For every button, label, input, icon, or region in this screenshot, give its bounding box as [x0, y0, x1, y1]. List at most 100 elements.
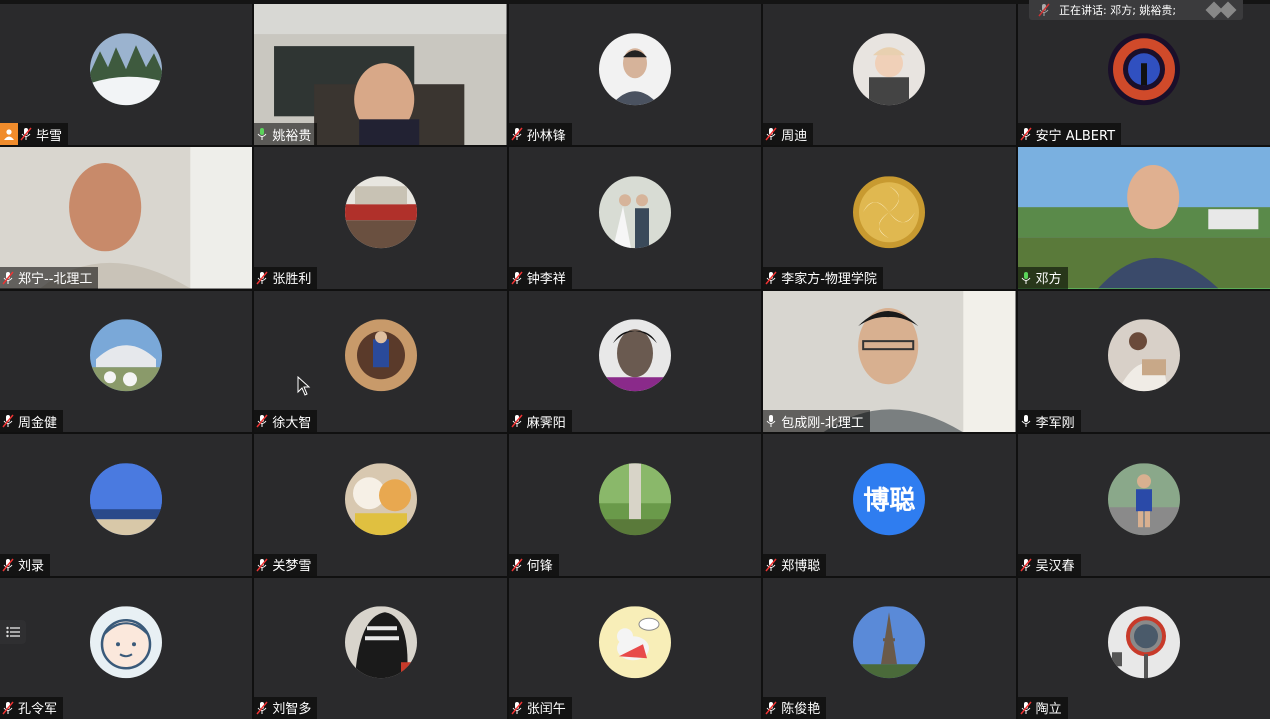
- participant-name: 徐大智: [272, 415, 312, 431]
- participant-name: 刘智多: [272, 702, 312, 718]
- participant-list-button[interactable]: [0, 620, 26, 644]
- participant-tile[interactable]: 麻霁阳: [508, 290, 762, 433]
- participant-name: 陶立: [1035, 702, 1062, 718]
- participant-name: 李家方-物理学院: [781, 272, 877, 288]
- name-label: 钟李祥: [508, 266, 572, 289]
- participant-tile[interactable]: 刘智多: [254, 577, 507, 719]
- participant-name: 钟李祥: [526, 272, 566, 288]
- mic-muted-icon: [763, 123, 779, 145]
- mic-muted-icon: [0, 267, 16, 289]
- participant-tile[interactable]: 李家方-物理学院: [763, 147, 1016, 289]
- participant-name: 刘录: [18, 559, 45, 575]
- mic-muted-icon: [509, 410, 525, 432]
- participant-tile[interactable]: 徐大智: [254, 290, 507, 433]
- participant-name: 安宁 ALBERT: [1035, 128, 1116, 144]
- name-label: 孙林锋: [508, 123, 572, 146]
- participant-tile[interactable]: 孙林锋: [508, 4, 762, 146]
- mic-icon: [1018, 410, 1034, 432]
- participant-name: 毕雪: [36, 128, 63, 144]
- avatar: [853, 176, 926, 249]
- mic-muted-icon: [254, 267, 270, 289]
- participant-name: 孙林锋: [526, 128, 566, 144]
- name-label: 李军刚: [1017, 410, 1081, 433]
- participant-tile[interactable]: 周迪: [763, 4, 1016, 146]
- name-label: 李家方-物理学院: [763, 266, 883, 289]
- name-label: 陈俊艳: [763, 696, 827, 719]
- name-label: 姚裕贵: [254, 123, 318, 146]
- view-options-icon[interactable]: [1199, 1, 1243, 19]
- participant-tile[interactable]: 孔令军: [0, 577, 253, 719]
- participant-tile[interactable]: 周金健: [0, 290, 253, 433]
- participant-tile[interactable]: 何锋: [508, 434, 762, 576]
- participant-tile[interactable]: 安宁 ALBERT: [1017, 4, 1270, 146]
- avatar: [853, 606, 926, 679]
- avatar: [344, 176, 417, 249]
- name-label: 关梦雪: [254, 553, 318, 576]
- participant-tile[interactable]: 吴汉春: [1017, 434, 1270, 576]
- name-label: 毕雪: [0, 123, 69, 146]
- avatar: [1107, 32, 1180, 105]
- avatar: [344, 606, 417, 679]
- mic-muted-icon: [763, 554, 779, 576]
- mic-muted-icon: [0, 697, 16, 719]
- name-label: 何锋: [508, 553, 559, 576]
- participant-name: 张闰午: [526, 702, 566, 718]
- participant-name: 李军刚: [1035, 415, 1075, 431]
- avatar: [1107, 463, 1180, 536]
- participant-tile[interactable]: 张胜利: [254, 147, 507, 289]
- mic-icon: [763, 410, 779, 432]
- participant-name: 麻霁阳: [526, 415, 566, 431]
- participant-tile[interactable]: 钟李祥: [508, 147, 762, 289]
- avatar-initials: 博聪: [853, 463, 926, 536]
- participant-name: 孔令军: [18, 702, 58, 718]
- participant-name: 张胜利: [272, 272, 312, 288]
- avatar: [853, 32, 926, 105]
- participant-tile-active-speaker[interactable]: 邓方: [1017, 147, 1270, 289]
- participant-tile[interactable]: 陶立: [1017, 577, 1270, 719]
- name-label: 安宁 ALBERT: [1017, 123, 1122, 146]
- name-label: 麻霁阳: [508, 410, 572, 433]
- speaking-text: 正在讲话: 邓方; 姚裕贵;: [1059, 4, 1177, 17]
- mic-active-icon: [1018, 267, 1034, 289]
- name-label: 孔令军: [0, 696, 64, 719]
- participant-tile[interactable]: 张闰午: [508, 577, 762, 719]
- name-label: 周金健: [0, 410, 64, 433]
- name-label: 刘智多: [254, 696, 318, 719]
- avatar: [344, 463, 417, 536]
- name-label: 郑博聪: [763, 553, 827, 576]
- participant-name: 陈俊艳: [781, 702, 821, 718]
- mic-muted-icon: [18, 123, 34, 145]
- participant-tile[interactable]: 关梦雪: [254, 434, 507, 576]
- mic-muted-icon: [763, 697, 779, 719]
- avatar: [598, 176, 671, 249]
- name-label: 徐大智: [254, 410, 318, 433]
- participant-tile[interactable]: 博聪 郑博聪: [763, 434, 1016, 576]
- participant-name: 关梦雪: [272, 559, 312, 575]
- avatar: [90, 32, 163, 105]
- mic-muted-icon: [1018, 554, 1034, 576]
- name-label: 陶立: [1017, 696, 1068, 719]
- name-label: 刘录: [0, 553, 51, 576]
- participant-name: 周金健: [18, 415, 58, 431]
- avatar: [344, 319, 417, 392]
- mic-muted-icon: [254, 697, 270, 719]
- mic-muted-icon: [763, 267, 779, 289]
- speaking-indicator: 正在讲话: 邓方; 姚裕贵;: [1029, 0, 1243, 20]
- participant-tile[interactable]: 毕雪: [0, 4, 253, 146]
- list-icon: [6, 626, 20, 638]
- participant-tile[interactable]: 郑宁--北理工: [0, 147, 253, 289]
- mic-muted-icon: [509, 267, 525, 289]
- mic-muted-icon: [1029, 3, 1059, 17]
- name-label: 包成刚-北理工: [763, 410, 870, 433]
- participant-name: 包成刚-北理工: [781, 415, 864, 431]
- mic-muted-icon: [0, 410, 16, 432]
- participant-tile[interactable]: 李军刚: [1017, 290, 1270, 433]
- participant-tile[interactable]: 姚裕贵: [254, 4, 507, 146]
- participant-tile[interactable]: 刘录: [0, 434, 253, 576]
- participant-tile[interactable]: 包成刚-北理工: [763, 290, 1016, 433]
- name-label: 周迪: [763, 123, 814, 146]
- name-label: 邓方: [1017, 266, 1068, 289]
- name-label: 张闰午: [508, 696, 572, 719]
- avatar: [598, 606, 671, 679]
- participant-tile[interactable]: 陈俊艳: [763, 577, 1016, 719]
